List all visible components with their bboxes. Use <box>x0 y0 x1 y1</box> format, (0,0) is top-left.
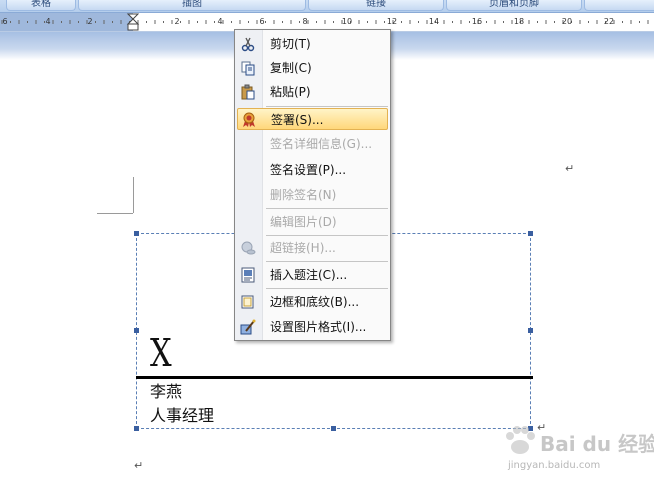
scissors-icon <box>241 37 255 52</box>
menu-item-insert-caption[interactable]: 插入题注(C)... <box>237 264 388 286</box>
menu-item-label: 复制(C) <box>270 61 312 75</box>
margin-corner-vertical <box>133 177 134 213</box>
menu-item-label: 剪切(T) <box>270 37 311 51</box>
ruler-number: 6 <box>2 17 8 26</box>
menu-item-label: 边框和底纹(B)... <box>270 295 360 309</box>
ribbon-strip: 表格 插图 链接 页眉和页脚 <box>0 0 654 13</box>
hyperlink-icon <box>241 241 256 255</box>
menu-separator <box>266 208 388 209</box>
ruler-number: 12 <box>386 17 398 26</box>
menu-separator <box>266 235 388 236</box>
ribbon-group-table[interactable]: 表格 <box>6 0 76 11</box>
menu-item-cut[interactable]: 剪切(T) <box>237 33 388 55</box>
menu-item-signature-setup[interactable]: 签名设置(P)... <box>237 159 388 181</box>
ruler-number: 4 <box>45 17 51 26</box>
signature-x-mark: X <box>150 331 172 375</box>
watermark-text: Bai du 经验 <box>540 432 654 456</box>
signature-line <box>136 376 533 379</box>
menu-item-label: 签名详细信息(G)... <box>270 137 373 151</box>
menu-item-copy[interactable]: 复制(C) <box>237 57 388 79</box>
watermark-url: jingyan.baidu.com <box>508 460 601 471</box>
paste-icon <box>241 84 255 100</box>
sign-ribbon-icon <box>243 112 255 127</box>
signer-name: 李燕 <box>150 382 183 401</box>
menu-item-label: 粘贴(P) <box>270 85 311 99</box>
ribbon-group-illustrations[interactable]: 插图 <box>78 0 306 11</box>
paragraph-mark: ↵ <box>565 162 575 175</box>
menu-item-remove-signature[interactable]: 删除签名(N) <box>237 184 388 206</box>
first-line-indent-marker <box>126 13 140 20</box>
menu-item-signature-details[interactable]: 签名详细信息(G)... <box>237 133 388 155</box>
ruler-number: 20 <box>561 17 573 26</box>
resize-handle[interactable] <box>134 426 139 431</box>
menu-item-hyperlink[interactable]: 超链接(H)... <box>237 237 388 259</box>
border-icon <box>241 295 254 309</box>
resize-handle[interactable] <box>528 328 533 333</box>
menu-item-label: 插入题注(C)... <box>270 268 348 282</box>
format-picture-icon <box>240 319 256 335</box>
ruler-number: 6 <box>259 17 265 26</box>
menu-item-label: 删除签名(N) <box>270 188 337 202</box>
resize-handle[interactable] <box>134 231 139 236</box>
menu-item-label: 签署(S)... <box>271 113 324 127</box>
watermark-paw-icon <box>506 426 535 454</box>
ribbon-group-more[interactable] <box>584 0 654 11</box>
ruler-number: 2 <box>87 17 93 26</box>
menu-item-label: 超链接(H)... <box>270 241 336 255</box>
copy-icon <box>241 61 255 76</box>
menu-item-format-picture[interactable]: 设置图片格式(I)... <box>237 316 388 338</box>
menu-item-label: 编辑图片(D) <box>270 215 337 229</box>
menu-item-paste[interactable]: 粘贴(P) <box>237 81 388 103</box>
ribbon-group-header-footer[interactable]: 页眉和页脚 <box>446 0 582 11</box>
paragraph-mark: ↵ <box>134 459 144 472</box>
watermark: Bai du 经验 jingyan.baidu.com <box>500 420 654 480</box>
signer-title: 人事经理 <box>150 406 215 425</box>
menu-item-borders-shading[interactable]: 边框和底纹(B)... <box>237 291 388 313</box>
ruler-number: 8 <box>302 17 308 26</box>
ruler-number: 4 <box>217 17 223 26</box>
ruler-number: 18 <box>513 17 525 26</box>
caption-icon <box>241 267 255 283</box>
menu-separator <box>266 288 388 289</box>
ruler-number: 2 <box>174 17 180 26</box>
menu-separator <box>266 261 388 262</box>
margin-corner-horizontal <box>97 213 133 214</box>
menu-item-sign[interactable]: 签署(S)... <box>237 108 388 130</box>
context-menu: 剪切(T) 复制(C) 粘贴(P) 签署(S)... 签名详细信息(G)... <box>234 29 391 341</box>
menu-item-label: 设置图片格式(I)... <box>270 320 367 334</box>
menu-separator <box>266 106 388 107</box>
resize-handle[interactable] <box>528 231 533 236</box>
resize-handle[interactable] <box>134 328 139 333</box>
menu-item-edit-picture[interactable]: 编辑图片(D) <box>237 211 388 233</box>
ruler-number: 22 <box>603 17 615 26</box>
resize-handle[interactable] <box>331 426 336 431</box>
left-indent-marker <box>127 23 139 31</box>
ruler-number: 14 <box>428 17 440 26</box>
ruler-number: 10 <box>341 17 353 26</box>
ribbon-group-links[interactable]: 链接 <box>308 0 444 11</box>
menu-item-label: 签名设置(P)... <box>270 163 347 177</box>
ruler-number: 16 <box>471 17 483 26</box>
